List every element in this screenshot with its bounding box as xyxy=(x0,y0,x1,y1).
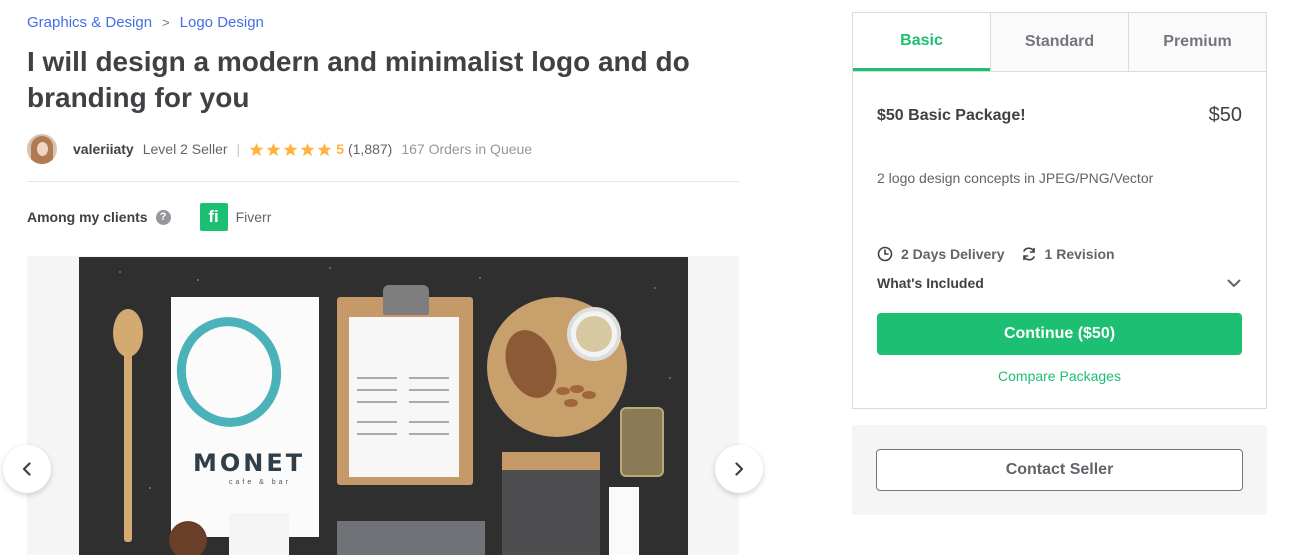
breadcrumb-item-graphics-design[interactable]: Graphics & Design xyxy=(27,14,152,31)
tab-premium[interactable]: Premium xyxy=(1128,13,1266,71)
monet-brand: MONET xyxy=(193,449,306,477)
star-icon xyxy=(317,142,332,156)
package-header: $50 Basic Package! $50 xyxy=(877,104,1242,127)
fiverr-logo: fi xyxy=(199,203,228,231)
orders-in-queue: 167 Orders in Queue xyxy=(401,141,533,157)
chevron-right-icon xyxy=(735,462,744,476)
package-meta: 2 Days Delivery 1 Revision xyxy=(877,246,1131,262)
whats-included-toggle[interactable]: What's Included xyxy=(877,275,1242,291)
package-title: $50 Basic Package! xyxy=(877,106,1026,124)
star-icon xyxy=(300,142,315,156)
chevron-down-icon xyxy=(1227,279,1241,287)
gallery-image[interactable]: MONET cafe & bar xyxy=(79,257,688,555)
avatar[interactable] xyxy=(27,134,57,164)
gallery-prev-button[interactable] xyxy=(3,445,51,493)
continue-button[interactable]: Continue ($50) xyxy=(877,313,1242,355)
tab-basic[interactable]: Basic xyxy=(853,13,990,71)
contact-seller-button[interactable]: Contact Seller xyxy=(876,449,1243,491)
seller-name[interactable]: valeriiaty xyxy=(73,141,134,157)
refresh-icon xyxy=(1022,247,1035,261)
rating-count[interactable]: (1,887) xyxy=(348,141,392,157)
star-icon xyxy=(249,142,264,156)
revision-text: 1 Revision xyxy=(1044,246,1115,262)
clients-section: Among my clients ? fi Fiverr xyxy=(27,203,271,231)
compare-packages-link[interactable]: Compare Packages xyxy=(853,368,1266,384)
package-description: 2 logo design concepts in JPEG/PNG/Vecto… xyxy=(877,170,1154,186)
delivery-info: 2 Days Delivery xyxy=(877,246,1005,262)
chevron-left-icon xyxy=(22,462,31,476)
gig-gallery: MONET cafe & bar xyxy=(27,256,739,555)
breadcrumb-item-logo-design[interactable]: Logo Design xyxy=(180,14,264,31)
monet-brand-subtitle: cafe & bar xyxy=(229,479,291,486)
rating-score[interactable]: 5 xyxy=(336,141,344,157)
client-name: Fiverr xyxy=(235,209,272,225)
rating-stars[interactable] xyxy=(249,142,332,157)
seller-overview: valeriiaty Level 2 Seller | 5 (1,887) 16… xyxy=(27,134,532,164)
package-tabs: Basic Standard Premium xyxy=(853,13,1266,72)
gig-title: I will design a modern and minimalist lo… xyxy=(27,46,690,113)
breadcrumb: Graphics & Design > Logo Design xyxy=(27,14,264,31)
spoon-image xyxy=(113,309,143,542)
delivery-text: 2 Days Delivery xyxy=(901,246,1005,262)
gallery-next-button[interactable] xyxy=(715,445,763,493)
contact-section: Contact Seller xyxy=(852,425,1267,515)
divider: | xyxy=(236,141,241,157)
tab-standard[interactable]: Standard xyxy=(990,13,1128,71)
star-icon xyxy=(283,142,298,156)
question-icon[interactable]: ? xyxy=(155,209,171,225)
star-icon xyxy=(266,142,281,156)
chevron-right-icon: > xyxy=(162,15,170,30)
package-card: Basic Standard Premium $50 Basic Package… xyxy=(852,12,1267,409)
whats-included-label: What's Included xyxy=(877,275,984,291)
clients-label: Among my clients xyxy=(27,209,148,225)
revision-info: 1 Revision xyxy=(1021,246,1115,262)
seller-level: Level 2 Seller xyxy=(142,141,228,157)
package-price: $50 xyxy=(1208,104,1242,126)
section-divider xyxy=(27,181,739,182)
clock-icon xyxy=(877,246,893,262)
